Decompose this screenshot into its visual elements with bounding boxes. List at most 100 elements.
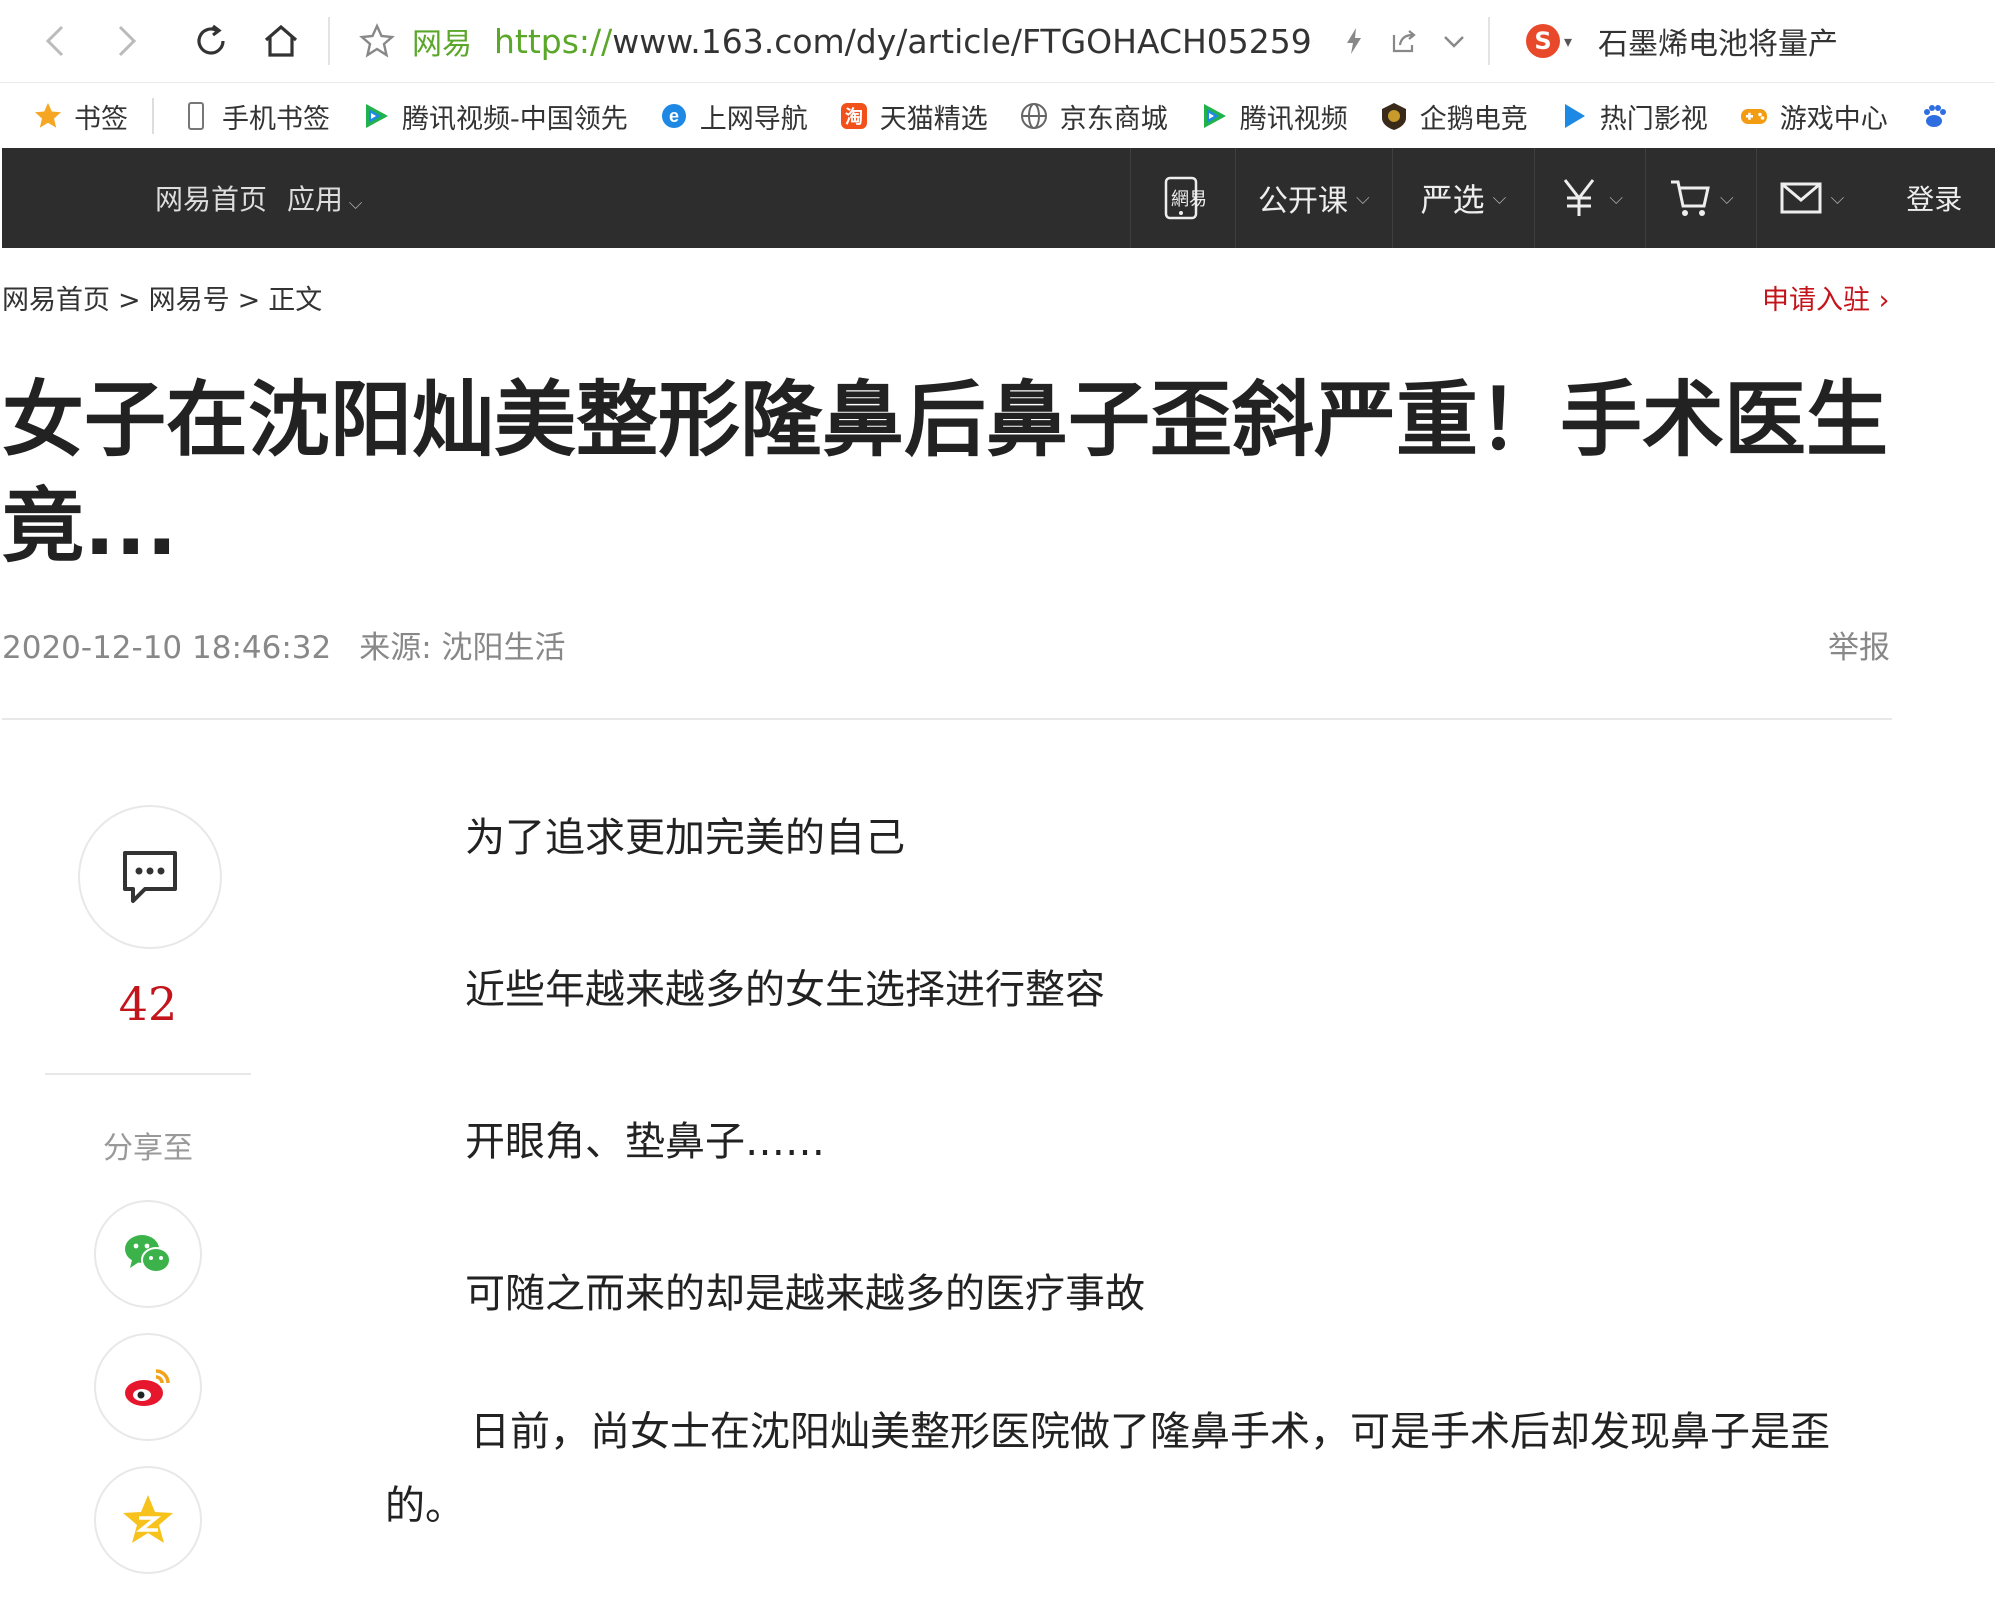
nav-mail[interactable]: ⌵ [1755,148,1867,248]
reload-button[interactable] [182,12,240,70]
apply-join-label: 申请入驻 [1762,285,1870,316]
mail-icon [1780,182,1822,214]
bookmark-label: 手机书签 [222,103,330,135]
header-divider [2,718,1892,720]
chevron-down-icon[interactable] [1438,25,1470,57]
globe-icon [1018,100,1050,132]
share-weibo-button[interactable] [94,1333,202,1441]
star-outline-icon [359,23,395,58]
url-text: www.163.com/dy/article/FTGOHACH052590Q7 [612,21,1314,61]
article-paragraph: 日前，尚女士在沈阳灿美整形医院做了隆鼻手术，可是手术后却发现鼻子是歪的。 [385,1409,1830,1529]
gamepad-icon [1738,100,1770,132]
nav-open-course[interactable]: 公开课 ⌵ [1235,148,1392,248]
bookmark-label: 企鹅电竞 [1419,103,1528,135]
chevron-down-icon: ⌵ [343,193,363,214]
bookmark-item[interactable]: 书签 [32,97,128,136]
esports-icon [1378,100,1410,132]
comment-count[interactable]: 42 [45,977,251,1031]
browser-address-bar: 网易 https://www.163.com/dy/article/FTGOHA… [0,0,1995,82]
bookmark-item[interactable]: 游戏中心 [1738,97,1888,136]
report-link[interactable]: 举报 [1828,622,1890,667]
taobao-icon: 淘 [838,100,870,132]
article-timestamp: 2020-12-10 18:46:32 [2,630,332,666]
nav-shopping-cart[interactable]: ⌵ [1644,148,1756,248]
breadcrumb-section[interactable]: 网易号 [149,285,230,316]
sogou-search-icon[interactable]: S [1526,24,1560,58]
bookmark-label: 腾讯视频 [1239,103,1348,135]
bookmark-item[interactable]: 热门影视 [1558,97,1708,136]
share-label: 分享至 [103,1131,193,1166]
article-source[interactable]: 来源: 沈阳生活 [359,630,565,666]
cart-icon [1670,180,1710,216]
breadcrumb: 网易首页 > 网易号 > 正文 [2,278,330,317]
home-button[interactable] [252,12,310,70]
apply-join-link[interactable]: 申请入驻 › [1762,278,1889,317]
star-icon [32,100,64,132]
share-qzone-button[interactable] [94,1466,202,1574]
bookmark-item[interactable]: 淘 天猫精选 [838,97,988,136]
svg-text:e: e [669,106,679,126]
chevron-right-icon: › [1878,285,1890,316]
nav-apps-label: 应用 [287,183,344,216]
forward-button[interactable] [96,12,154,70]
nav-login-link[interactable]: 登录 [1866,148,1962,248]
address-tools [1338,25,1470,57]
nav-mobile-app[interactable]: 網易 [1130,148,1235,248]
url-protocol: https:// [494,21,613,61]
bookmark-item[interactable]: e 上网导航 [658,97,808,136]
breadcrumb-home[interactable]: 网易首页 [2,285,110,316]
nav-yanxuan-label: 严选 [1420,181,1485,219]
back-button[interactable] [28,12,86,70]
search-engine-dropdown-icon[interactable]: ▾ [1564,32,1572,51]
chevron-down-icon: ⌵ [1609,187,1623,209]
breadcrumb-separator: > [237,285,261,316]
bookmark-label: 上网导航 [699,103,808,135]
bookmark-label: 天猫精选 [879,103,988,135]
share-icon[interactable] [1388,25,1420,57]
bookmark-item[interactable]: 手机书签 [180,97,330,136]
bookmark-label: 京东商城 [1059,103,1168,135]
weibo-icon [125,1369,170,1406]
qzone-icon [123,1495,173,1543]
comment-button[interactable] [78,805,222,949]
nav-left-links: 网易首页 应用 ⌵ [155,178,362,218]
tencent-video-icon [360,100,392,132]
share-wechat-button[interactable] [94,1200,202,1308]
nav-right-links: 網易 公开课 ⌵ 严选 ⌵ ⌵ ⌵ ⌵ 登录 [1130,148,1962,248]
nav-finance[interactable]: ⌵ [1534,148,1645,248]
bookmark-label: 书签 [74,103,128,135]
article-title: 女子在沈阳灿美整形隆鼻后鼻子歪斜严重！手术医生竟... [2,373,1889,574]
nav-yanxuan[interactable]: 严选 ⌵ [1391,148,1535,248]
bookmark-item[interactable]: 腾讯视频-中国领先 [360,97,628,136]
bookmark-item[interactable]: 企鹅电竞 [1378,97,1528,136]
netease-top-nav: 网易首页 应用 ⌵ 網易 公开课 ⌵ 严选 ⌵ ⌵ ⌵ ⌵ 登录 [2,148,1995,248]
lightning-icon[interactable] [1338,25,1370,57]
bookmark-item[interactable]: 京东商城 [1018,97,1168,136]
baidu-paw-icon [1918,100,1950,132]
bookmark-item[interactable]: 腾讯视频 [1198,97,1348,136]
nav-apps-menu[interactable]: 应用 ⌵ [287,178,362,218]
ie-icon: e [658,100,690,132]
chevron-down-icon: ⌵ [1356,187,1370,209]
phone-icon [180,100,212,132]
search-input[interactable]: 石墨烯电池将量产 [1598,19,1838,63]
nav-home-link[interactable]: 网易首页 [155,178,267,218]
breadcrumb-separator: > [118,285,141,316]
bookmark-label: 热门影视 [1599,103,1708,135]
search-box[interactable]: S ▾ 石墨烯电池将量产 [1526,19,1838,63]
article-paragraph: 为了追求更加完美的自己 [465,815,905,861]
toolbar-divider [1488,17,1490,65]
bookmark-divider [152,98,154,134]
chevron-down-icon: ⌵ [1830,187,1845,209]
svg-text:淘: 淘 [845,106,863,128]
chevron-right-icon [118,25,137,57]
bookmark-item[interactable] [1918,100,1960,132]
side-divider [45,1073,251,1075]
chevron-down-icon: ⌵ [1492,187,1507,209]
play-icon [1558,100,1590,132]
url-field[interactable]: https://www.163.com/dy/article/FTGOHACH0… [494,22,1314,61]
bookmark-star-button[interactable] [348,12,406,70]
nav-open-course-label: 公开课 [1258,184,1348,219]
article-paragraph: 开眼角、垫鼻子…… [465,1119,825,1165]
article-paragraph: 可随之而来的却是越来越多的医疗事故 [465,1271,1145,1317]
